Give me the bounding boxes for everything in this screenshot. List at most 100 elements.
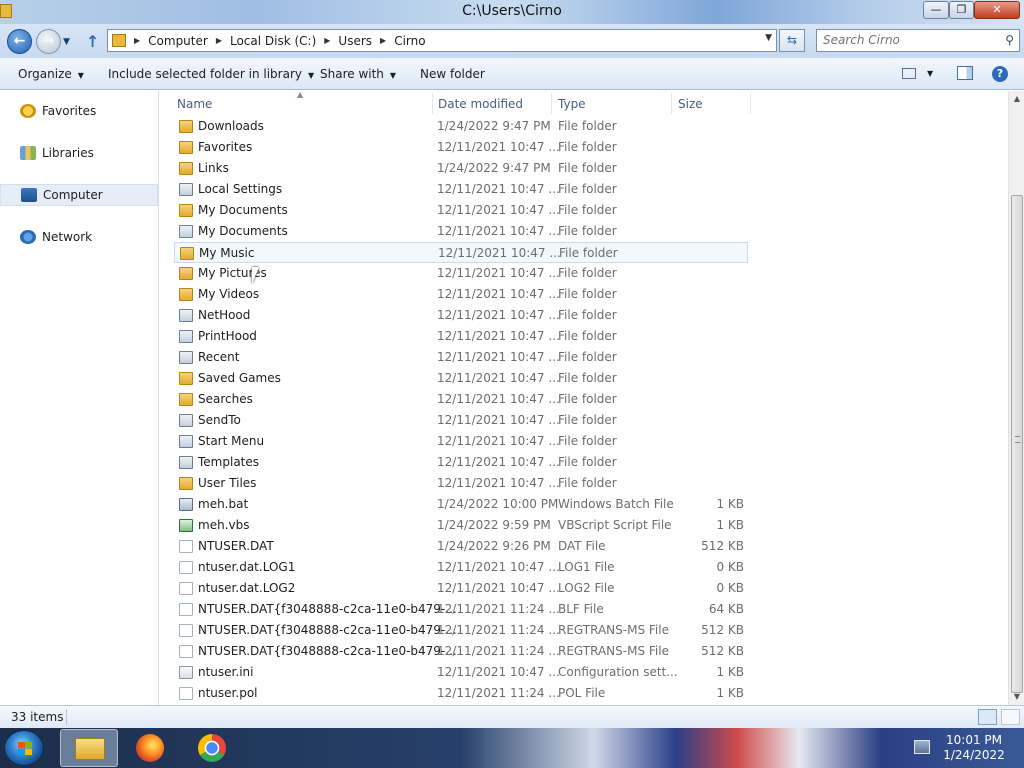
table-row[interactable]: NTUSER.DAT{f3048888-c2ca-11e0-b479-... 12… [174,620,748,641]
breadcrumb-item[interactable]: Local Disk (C:) [230,34,316,48]
clock[interactable]: 10:01 PM 1/24/2022 [936,733,1012,763]
file-date-modified: 12/11/2021 10:47 ... [437,413,560,427]
breadcrumb-separator-icon[interactable]: ▶ [324,36,330,45]
details-view-icon[interactable] [978,709,997,725]
network-tray-icon[interactable] [914,740,930,754]
file-name: Searches [198,392,253,406]
table-row[interactable]: NTUSER.DAT{f3048888-c2ca-11e0-b479-... 12… [174,599,748,620]
table-row[interactable]: Favorites 12/11/2021 10:47 ... File folder [174,137,748,158]
vertical-scrollbar[interactable]: ▲ ▼ [1008,91,1024,705]
scroll-up-arrow-icon[interactable]: ▲ [1009,91,1024,107]
file-size: 0 KB [716,581,744,595]
table-row[interactable]: NTUSER.DAT 1/24/2022 9:26 PM DAT File 512 K… [174,536,748,557]
taskbar-explorer-button[interactable] [60,729,118,767]
breadcrumb-separator-icon[interactable]: ▶ [216,36,222,45]
file-type: File folder [558,392,617,406]
file-name: Downloads [198,119,264,133]
column-size[interactable]: Size [678,97,703,111]
scroll-down-arrow-icon[interactable]: ▼ [1009,689,1024,705]
breadcrumb-item[interactable]: Computer [148,34,208,48]
table-row[interactable]: ntuser.ini 12/11/2021 10:47 ... Configurat… [174,662,748,683]
column-date-modified[interactable]: Date modified [438,97,523,111]
navigation-pane: Favorites Libraries Computer Network [0,91,159,705]
file-name: User Tiles [198,476,257,490]
breadcrumb-separator-icon[interactable]: ▶ [134,36,140,45]
column-name[interactable]: Name [177,97,212,111]
column-divider[interactable] [551,93,552,114]
recent-pages-dropdown-icon[interactable]: ▼ [63,37,70,47]
table-row[interactable]: meh.bat 1/24/2022 10:00 PM Windows Batch F… [174,494,748,515]
column-type[interactable]: Type [558,97,586,111]
column-divider[interactable] [750,93,751,114]
search-input[interactable] [823,33,993,47]
up-one-level-button[interactable]: ↑ [86,32,99,51]
table-row[interactable]: ntuser.pol 12/11/2021 11:24 ... POL File 1 … [174,683,748,704]
table-row[interactable]: Recent 12/11/2021 10:47 ... File folder [174,347,748,368]
breadcrumb-separator-icon[interactable]: ▶ [380,36,386,45]
minimize-button[interactable]: — [923,1,949,19]
table-row[interactable]: My Documents 12/11/2021 10:47 ... File fol… [174,221,748,242]
table-row[interactable]: User Tiles 12/11/2021 10:47 ... File folde… [174,473,748,494]
search-box[interactable]: ⚲ [816,29,1020,52]
include-in-library-button[interactable]: Include selected folder in library ▼ [108,67,314,81]
table-row[interactable]: Local Settings 12/11/2021 10:47 ... File f… [174,179,748,200]
scrollbar-thumb[interactable] [1011,195,1023,693]
table-row[interactable]: meh.vbs 1/24/2022 9:59 PM VBScript Script … [174,515,748,536]
large-icons-view-icon[interactable] [1001,709,1020,725]
nav-item-favorites[interactable]: Favorites [0,100,158,122]
file-icon [179,624,193,637]
file-type: File folder [559,246,618,260]
table-row[interactable]: Downloads 1/24/2022 9:47 PM File folder [174,116,748,137]
nav-item-network[interactable]: Network [0,226,158,248]
refresh-button[interactable]: ⇆ [779,29,805,52]
file-type: LOG2 File [558,581,615,595]
folder-icon [179,477,193,490]
breadcrumb-item[interactable]: Cirno [394,34,425,48]
batch-file-icon [179,498,193,511]
back-button[interactable]: ← [7,29,32,54]
table-row[interactable]: NTUSER.DAT{f3048888-c2ca-11e0-b479-... 12… [174,641,748,662]
breadcrumb-item[interactable]: Users [338,34,372,48]
forward-button[interactable]: → [36,29,61,54]
help-icon[interactable]: ? [992,66,1008,82]
table-row[interactable]: My Documents 12/11/2021 10:47 ... File fol… [174,200,748,221]
search-icon[interactable]: ⚲ [1005,33,1014,47]
table-row[interactable]: ntuser.dat.LOG2 12/11/2021 10:47 ... LOG2 … [174,578,748,599]
table-row[interactable]: My Music 12/11/2021 10:47 ... File folder [174,242,748,263]
close-button[interactable]: ✕ [974,1,1020,19]
file-icon [179,561,193,574]
address-bar[interactable]: ▶ Computer ▶ Local Disk (C:) ▶ Users ▶ Cirno ▼ [107,29,777,52]
table-row[interactable]: Searches 12/11/2021 10:47 ... File folder [174,389,748,410]
start-button[interactable] [4,730,44,766]
change-view-icon[interactable] [902,68,916,79]
share-with-button[interactable]: Share with ▼ [320,67,396,81]
file-type: File folder [558,476,617,490]
file-date-modified: 12/11/2021 10:47 ... [437,392,560,406]
maximize-button[interactable]: ❐ [949,1,974,19]
table-row[interactable]: Templates 12/11/2021 10:47 ... File folder [174,452,748,473]
table-row[interactable]: PrintHood 12/11/2021 10:47 ... File folder [174,326,748,347]
table-row[interactable]: SendTo 12/11/2021 10:47 ... File folder [174,410,748,431]
title-bar[interactable]: C:\Users\Cirno — ❐ ✕ [0,0,1024,24]
new-folder-button[interactable]: New folder [420,67,485,81]
column-divider[interactable] [671,93,672,114]
organize-button[interactable]: Organize ▼ [18,67,84,81]
address-history-dropdown-icon[interactable]: ▼ [765,33,772,43]
file-name: My Videos [198,287,260,301]
table-row[interactable]: NetHood 12/11/2021 10:47 ... File folder [174,305,748,326]
table-row[interactable]: ntuser.dat.LOG1 12/11/2021 10:47 ... LOG1 … [174,557,748,578]
table-row[interactable]: Saved Games 12/11/2021 10:47 ... File fold… [174,368,748,389]
taskbar-chrome-button[interactable] [182,729,240,767]
table-row[interactable]: My Videos 12/11/2021 10:47 ... File folder [174,284,748,305]
folder-icon [179,393,193,406]
column-divider[interactable] [432,93,433,114]
table-row[interactable]: Start Menu 12/11/2021 10:47 ... File folde… [174,431,748,452]
file-type: LOG1 File [558,560,615,574]
preview-pane-icon[interactable] [957,66,973,80]
nav-item-computer[interactable]: Computer [0,184,158,206]
nav-item-libraries[interactable]: Libraries [0,142,158,164]
taskbar-firefox-button[interactable] [122,729,180,767]
chevron-down-icon[interactable]: ▼ [927,69,933,78]
shortcut-folder-icon [179,456,193,469]
table-row[interactable]: Links 1/24/2022 9:47 PM File folder [174,158,748,179]
